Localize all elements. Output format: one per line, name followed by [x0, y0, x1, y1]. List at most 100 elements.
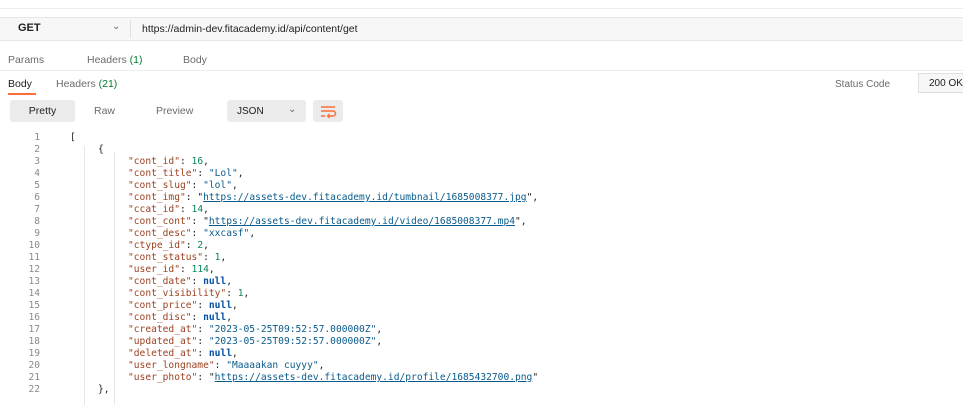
status-code-label: Status Code	[835, 79, 891, 90]
tab-headers-count: (1)	[129, 54, 143, 66]
code-line: 6 "cont_img": "https://assets-dev.fitacad…	[0, 192, 963, 204]
code-content: "user_longname": "Maaaakan cuyyy",	[128, 360, 325, 371]
code-line: 13 "cont_date": null,	[0, 276, 963, 288]
code-content: "cont_price": null,	[128, 300, 238, 311]
line-number: 14	[28, 288, 40, 299]
response-body-code[interactable]: 1[2{3 "cont_id": 16, 4 "cont_title": "Lol",…	[0, 128, 963, 405]
url-input[interactable]: https://admin-dev.fitacademy.id/api/cont…	[142, 23, 358, 35]
tab-headers[interactable]: Headers (1)	[87, 54, 142, 66]
json-key: "user_longname"	[128, 360, 215, 371]
line-number: 4	[34, 168, 40, 179]
method-divider	[130, 20, 131, 38]
code-line: 11 "cont_status": 1,	[0, 252, 963, 264]
json-value: null	[208, 348, 232, 359]
code-content: },	[98, 384, 110, 395]
json-key: "cont_visibility"	[128, 288, 227, 299]
code-line: 17 "created_at": "2023-05-25T09:52:57.000…	[0, 324, 963, 336]
json-value: "xxcasf"	[203, 228, 250, 239]
line-number: 13	[28, 276, 40, 287]
code-content: [	[70, 132, 76, 143]
json-key: "ctype_id"	[128, 240, 186, 251]
code-content: "cont_id": 16,	[128, 156, 209, 167]
json-value: "Lol"	[208, 168, 238, 179]
code-line: 18 "updated_at": "2023-05-25T09:52:57.000…	[0, 336, 963, 348]
json-key: "cont_cont"	[128, 216, 192, 227]
code-line: 12 "user_id": 114,	[0, 264, 963, 276]
json-value: 16	[191, 156, 204, 167]
format-select-label: JSON	[237, 106, 264, 117]
section-divider	[0, 70, 963, 71]
code-line: 1[	[0, 132, 963, 144]
json-value: "lol"	[203, 180, 232, 191]
code-content: "updated_at": "2023-05-25T09:52:57.00000…	[128, 336, 383, 347]
code-line: 4 "cont_title": "Lol",	[0, 168, 963, 180]
json-key: "cont_date"	[128, 276, 192, 287]
line-number: 2	[34, 144, 40, 155]
line-number: 1	[34, 132, 40, 143]
json-value: 1	[214, 252, 221, 263]
line-number: 8	[34, 216, 40, 227]
code-content: "cont_date": null,	[128, 276, 232, 287]
json-key: "deleted_at"	[128, 348, 198, 359]
json-link[interactable]: https://assets-dev.fitacademy.id/tumbnai…	[203, 192, 526, 203]
wrap-lines-button[interactable]	[313, 100, 343, 122]
status-code-value: 200 OK	[918, 73, 963, 93]
line-number: 22	[28, 384, 40, 395]
code-content: "ctype_id": 2,	[128, 240, 209, 251]
json-value: null	[208, 300, 232, 311]
json-value: null	[203, 276, 227, 287]
json-value: null	[203, 312, 227, 323]
tab-params[interactable]: Params	[8, 54, 44, 66]
code-content: "created_at": "2023-05-25T09:52:57.00000…	[128, 324, 383, 335]
json-value: 2	[197, 240, 204, 251]
json-key: "user_photo"	[128, 372, 198, 383]
code-content: "cont_cont": "https://assets-dev.fitacad…	[128, 216, 527, 227]
line-number: 12	[28, 264, 40, 275]
line-number: 17	[28, 324, 40, 335]
json-value: "2023-05-25T09:52:57.000000Z"	[208, 324, 377, 335]
json-key: "ccat_id"	[128, 204, 180, 215]
json-link[interactable]: https://assets-dev.fitacademy.id/video/1…	[209, 216, 515, 227]
json-value: 1	[237, 288, 244, 299]
json-value: 14	[191, 204, 204, 215]
code-content: "user_id": 114,	[128, 264, 215, 275]
line-number: 16	[28, 312, 40, 323]
response-tab-body-label: Body	[8, 78, 32, 90]
code-line: 16 "cont_disc": null,	[0, 312, 963, 324]
code-content: {	[98, 144, 104, 155]
method-select[interactable]: GET	[18, 22, 41, 34]
code-line: 8 "cont_cont": "https://assets-dev.fitaca…	[0, 216, 963, 228]
code-line: 15 "cont_price": null,	[0, 300, 963, 312]
code-line: 5 "cont_slug": "lol",	[0, 180, 963, 192]
top-divider	[0, 8, 963, 9]
tab-headers-label: Headers	[87, 54, 127, 66]
view-tab-preview[interactable]: Preview	[156, 100, 193, 122]
chevron-down-icon[interactable]: ⌄	[112, 21, 120, 32]
tab-body-label: Body	[183, 54, 207, 66]
code-line: 3 "cont_id": 16,	[0, 156, 963, 168]
json-key: "cont_title"	[128, 168, 198, 179]
code-content: "ccat_id": 14,	[128, 204, 209, 215]
code-content: "cont_disc": null,	[128, 312, 232, 323]
code-content: "cont_visibility": 1,	[128, 288, 250, 299]
view-tab-pretty[interactable]: Pretty	[10, 100, 75, 122]
line-number: 11	[28, 252, 40, 263]
json-key: "cont_desc"	[128, 228, 192, 239]
response-tab-headers[interactable]: Headers (21)	[56, 78, 117, 90]
format-select[interactable]: JSON ⌄	[227, 100, 306, 122]
json-key: "user_id"	[128, 264, 180, 275]
json-value: "2023-05-25T09:52:57.000000Z"	[208, 336, 377, 347]
json-key: "cont_price"	[128, 300, 198, 311]
line-number: 7	[34, 204, 40, 215]
code-content: "cont_img": "https://assets-dev.fitacade…	[128, 192, 539, 203]
json-key: "cont_slug"	[128, 180, 192, 191]
json-key: "created_at"	[128, 324, 198, 335]
response-tab-body[interactable]: Body	[8, 78, 32, 90]
view-tab-raw[interactable]: Raw	[94, 100, 115, 122]
code-line: 19 "deleted_at": null,	[0, 348, 963, 360]
line-number: 9	[34, 228, 40, 239]
tab-body[interactable]: Body	[183, 54, 207, 66]
line-number: 20	[28, 360, 40, 371]
json-value: "Maaaakan cuyyy"	[226, 360, 319, 371]
json-link[interactable]: https://assets-dev.fitacademy.id/profile…	[215, 372, 533, 383]
